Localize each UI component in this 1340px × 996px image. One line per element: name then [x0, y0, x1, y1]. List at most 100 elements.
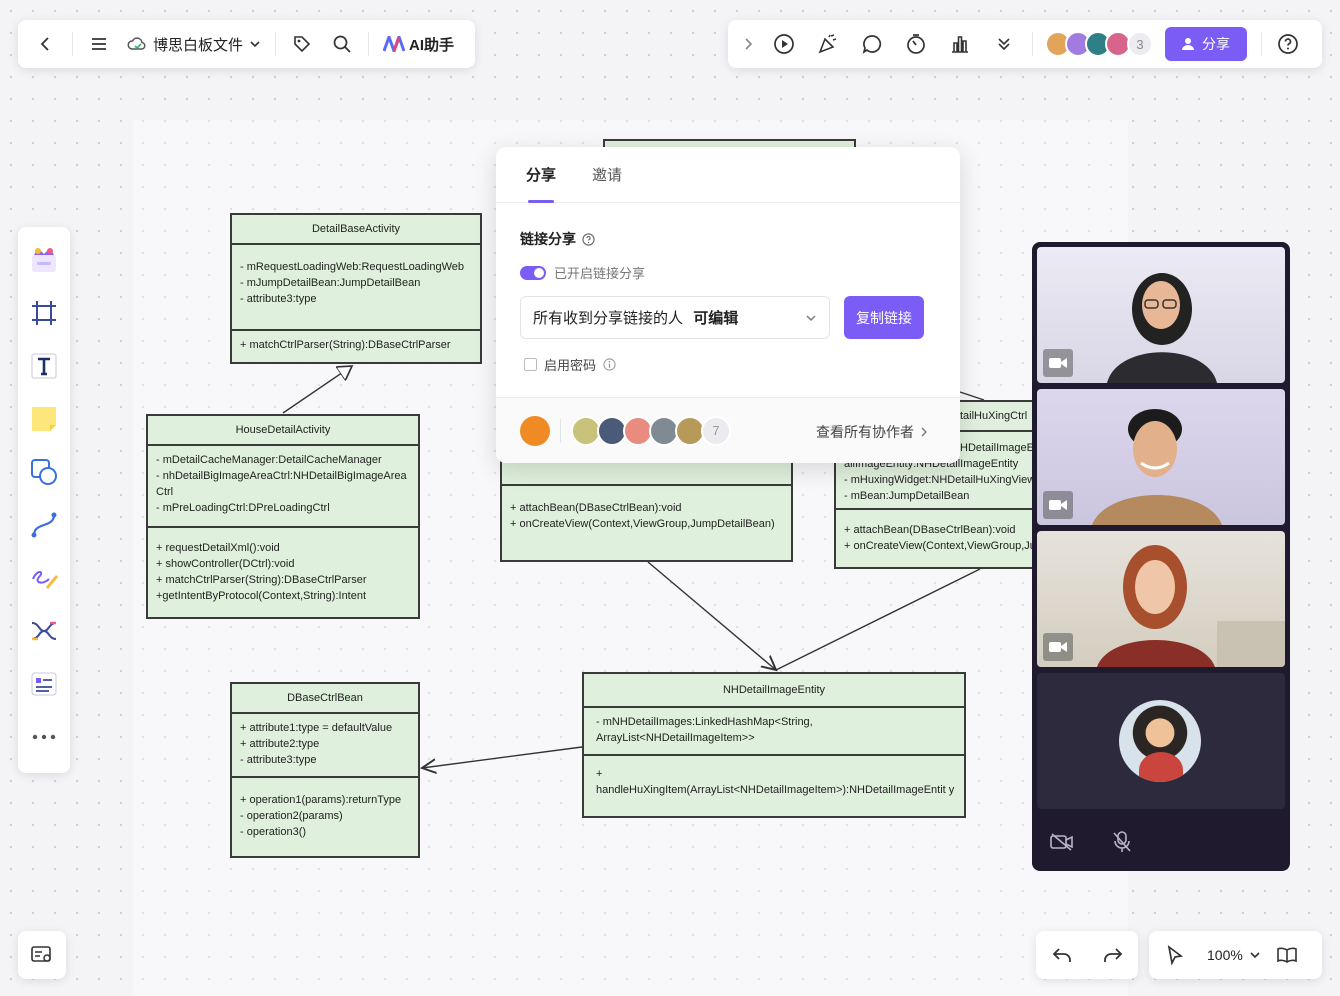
video-tile-camera-off[interactable] [1037, 673, 1285, 809]
uml-operation: + matchCtrlParser(String):DBaseCtrlParse… [156, 574, 367, 586]
video-tile[interactable] [1037, 531, 1285, 667]
presentation-button[interactable] [762, 24, 806, 64]
user-add-icon [1182, 38, 1194, 50]
toggle-microphone-button[interactable] [1102, 827, 1142, 857]
tab-share[interactable]: 分享 [526, 147, 556, 203]
book-icon [1277, 947, 1297, 963]
minimap-button[interactable] [18, 931, 66, 979]
link-share-title: 链接分享 [520, 231, 576, 247]
uml-operation: + attachBean(DBaseCtrlBean):void [844, 524, 1016, 536]
uml-attribute: + attribute2:type [240, 738, 320, 750]
uml-operation: + showController(DCtrl):void [156, 558, 295, 570]
collaborator-count-badge[interactable]: 3 [1127, 31, 1153, 57]
collaborator-extra-count[interactable]: 7 [701, 415, 731, 446]
uml-class-detail-base-activity[interactable]: DetailBaseActivity - mRequestLoadingWeb:… [230, 213, 482, 364]
divider [275, 32, 277, 56]
toggle-camera-button[interactable] [1042, 827, 1082, 857]
participant-video [1097, 545, 1285, 667]
uml-operation: + onCreateView(Context,ViewGroup,Ju [844, 540, 1036, 552]
enable-password-checkbox[interactable] [524, 358, 537, 371]
connector-tool[interactable] [22, 498, 66, 551]
password-row: 启用密码 [524, 355, 616, 374]
help-icon [1278, 34, 1298, 54]
undo-button[interactable] [1042, 935, 1082, 975]
chevron-right-icon [921, 427, 927, 437]
uml-attribute: - mHuxingWidget:NHDetailHuXingView [844, 474, 1036, 486]
owner-avatar[interactable] [520, 415, 550, 446]
tag-button[interactable] [282, 24, 322, 64]
divider [560, 418, 561, 443]
participant-avatar [1119, 700, 1201, 782]
uml-operation: + [596, 768, 603, 780]
shape-tool[interactable] [22, 445, 66, 498]
mindmap-tool[interactable] [22, 604, 66, 657]
vote-button[interactable] [938, 24, 982, 64]
zoom-level-dropdown[interactable]: 100% [1207, 947, 1261, 963]
redo-button[interactable] [1093, 935, 1133, 975]
camera-badge [1043, 349, 1073, 377]
reading-mode-button[interactable] [1267, 935, 1307, 975]
uml-class-nh-detail-image-entity[interactable]: NHDetailImageEntity - mNHDetailImages:Li… [582, 672, 966, 818]
more-tools-palette-button[interactable] [22, 710, 66, 763]
search-button[interactable] [322, 24, 362, 64]
info-icon [603, 358, 616, 371]
sticky-note-icon [32, 406, 56, 431]
uml-attribute: - mJumpDetailBean:JumpDetailBean [240, 277, 421, 289]
video-tile[interactable] [1037, 389, 1285, 525]
frame-tool[interactable] [22, 286, 66, 339]
chevron-left-icon [40, 37, 49, 51]
link-share-toggle-label: 已开启链接分享 [554, 266, 646, 281]
help-button[interactable] [1268, 24, 1308, 64]
video-camera-icon [1049, 500, 1067, 510]
uml-class-house-detail-activity[interactable]: HouseDetailActivity - mDetailCacheManage… [146, 414, 420, 619]
link-share-toggle[interactable] [520, 265, 546, 280]
back-button[interactable] [26, 24, 66, 64]
help-icon [582, 232, 595, 246]
collapse-toolbar-button[interactable] [734, 24, 762, 64]
template-tool[interactable] [22, 233, 66, 286]
zoom-level-label: 100% [1207, 947, 1243, 963]
divider [368, 32, 370, 56]
uml-attribute: + attribute1:type = defaultValue [240, 722, 393, 734]
comment-button[interactable] [850, 24, 894, 64]
text-tool[interactable] [22, 339, 66, 392]
view-all-collaborators-link[interactable]: 查看所有协作者 [816, 422, 928, 442]
cursor-icon [1167, 945, 1184, 965]
more-tools-button[interactable] [982, 24, 1026, 64]
table-tool[interactable] [22, 657, 66, 710]
timer-button[interactable] [894, 24, 938, 64]
uml-operation: + matchCtrlParser(String):DBaseCtrlParse… [240, 339, 451, 351]
microphone-off-icon [1113, 831, 1131, 852]
ai-assistant-button[interactable]: AI助手 [375, 24, 462, 64]
minimap-icon [31, 946, 51, 962]
double-chevron-down-icon [998, 38, 1010, 51]
pen-tool[interactable] [22, 551, 66, 604]
uml-attribute: - mRequestLoadingWeb:RequestLoadingWeb [240, 261, 465, 273]
sticky-note-tool[interactable] [22, 392, 66, 445]
divider [72, 32, 73, 56]
participant-video [1107, 273, 1217, 383]
share-button[interactable]: 分享 [1165, 27, 1247, 61]
zoom-controls: 100% [1149, 931, 1322, 979]
video-tile[interactable] [1037, 247, 1285, 383]
uml-class-dbase-ctrl-bean[interactable]: DBaseCtrlBean + attribute1:type = defaul… [230, 682, 420, 858]
chevron-down-icon [250, 41, 260, 48]
menu-button[interactable] [79, 24, 119, 64]
uml-class-title: DetailBaseActivity [232, 215, 480, 245]
file-name-dropdown[interactable]: 博思白板文件 [119, 24, 269, 64]
link-share-toggle-row: 已开启链接分享 [520, 263, 645, 282]
select-tool-button[interactable] [1155, 935, 1195, 975]
online-collaborators[interactable]: 3 [1045, 31, 1153, 57]
copy-link-button[interactable]: 复制链接 [844, 296, 924, 339]
tab-invite[interactable]: 邀请 [592, 147, 622, 203]
permission-prefix: 所有收到分享链接的人 [533, 310, 684, 327]
comment-icon [862, 35, 882, 54]
uml-operation: handleHuXingItem(ArrayList<NHDetailImage… [596, 784, 955, 796]
text-icon [31, 353, 57, 378]
permission-select[interactable]: 所有收到分享链接的人 可编辑 [520, 296, 830, 339]
celebrate-button[interactable] [806, 24, 850, 64]
permission-select-value: 所有收到分享链接的人 可编辑 [533, 307, 738, 328]
timer-icon [907, 34, 925, 54]
uml-attribute: - nhDetailBigImageAreaCtrl:NHDetailBigIm… [156, 470, 407, 498]
pen-icon [32, 570, 58, 589]
